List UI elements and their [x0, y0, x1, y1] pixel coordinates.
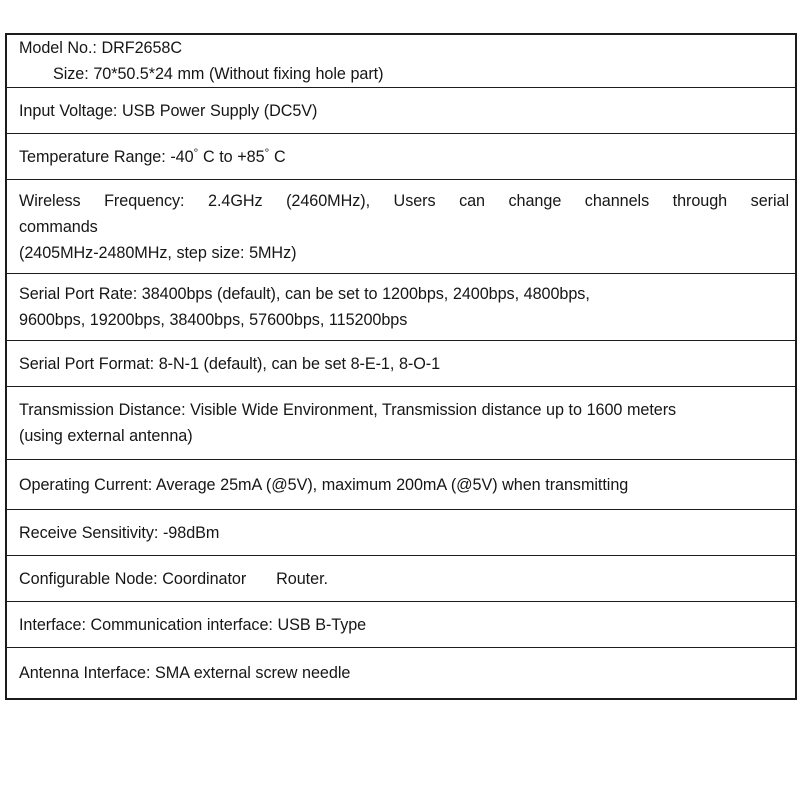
table-row: Configurable Node: Coordinator Router.: [6, 555, 796, 603]
spec-text-configurable-node-a: Configurable Node: Coordinator: [19, 569, 247, 588]
table-row: Receive Sensitivity: -98dBm: [6, 509, 796, 557]
spec-text-input-voltage: Input Voltage: USB Power Supply (DC5V): [19, 101, 318, 120]
spec-text-receive-sensitivity: Receive Sensitivity: -98dBm: [19, 523, 220, 542]
spec-row-wireless-frequency: Wireless Frequency: 2.4GHz (2460MHz), Us…: [6, 179, 796, 275]
table-row: Interface: Communication interface: USB …: [6, 601, 796, 649]
spec-text-antenna-interface: Antenna Interface: SMA external screw ne…: [19, 664, 351, 683]
table-row: Wireless Frequency: 2.4GHz (2460MHz), Us…: [6, 179, 796, 275]
spec-row-antenna-interface: Antenna Interface: SMA external screw ne…: [6, 647, 796, 700]
spec-text-configurable-node-b: Router.: [276, 569, 328, 588]
spec-row-temperature-range: Temperature Range: -40° C to +85° C: [6, 133, 796, 181]
spec-row-operating-current: Operating Current: Average 25mA (@5V), m…: [6, 459, 796, 511]
spec-text-wireless-frequency-line1: Wireless Frequency: 2.4GHz (2460MHz), Us…: [19, 191, 789, 210]
table-row: Serial Port Format: 8-N-1 (default), can…: [6, 340, 796, 388]
table-row: Model No.: DRF2658C Size: 70*50.5*24 mm (…: [6, 34, 796, 89]
spec-text-operating-current: Operating Current: Average 25mA (@5V), m…: [19, 475, 629, 494]
table-row: Input Voltage: USB Power Supply (DC5V): [6, 87, 796, 135]
table-row: Transmission Distance: Visible Wide Envi…: [6, 386, 796, 461]
spec-text-interface: Interface: Communication interface: USB …: [19, 615, 367, 634]
specification-table-body: Model No.: DRF2658C Size: 70*50.5*24 mm (…: [6, 34, 796, 700]
spec-text-serial-port-format: Serial Port Format: 8-N-1 (default), can…: [19, 354, 441, 373]
spec-text-transmission-distance-line2: (using external antenna): [19, 427, 193, 446]
spec-row-configurable-node: Configurable Node: Coordinator Router.: [6, 555, 796, 603]
spec-text-temperature-a: Temperature Range: -40: [19, 147, 194, 166]
spec-row-receive-sensitivity: Receive Sensitivity: -98dBm: [6, 509, 796, 557]
table-row: Serial Port Rate: 38400bps (default), ca…: [6, 273, 796, 342]
table-row: Antenna Interface: SMA external screw ne…: [6, 647, 796, 700]
spec-row-transmission-distance: Transmission Distance: Visible Wide Envi…: [6, 386, 796, 461]
spec-text-model-no-b: Size: 70*50.5*24 mm (Without fixing hole…: [53, 65, 384, 84]
spec-row-input-voltage: Input Voltage: USB Power Supply (DC5V): [6, 87, 796, 135]
spec-text-temperature-c: C: [269, 147, 286, 166]
specification-sheet: Model No.: DRF2658C Size: 70*50.5*24 mm (…: [0, 0, 800, 800]
spec-text-wireless-frequency-line3: (2405MHz-2480MHz, step size: 5MHz): [19, 244, 297, 263]
spec-row-serial-port-format: Serial Port Format: 8-N-1 (default), can…: [6, 340, 796, 388]
table-row: Temperature Range: -40° C to +85° C: [6, 133, 796, 181]
specification-table: Model No.: DRF2658C Size: 70*50.5*24 mm (…: [5, 33, 797, 701]
spec-text-model-no-a: Model No.: DRF2658C: [19, 39, 183, 57]
spec-text-serial-port-rate-line2: 9600bps, 19200bps, 38400bps, 57600bps, 1…: [19, 311, 408, 330]
spec-text-transmission-distance-line1: Transmission Distance: Visible Wide Envi…: [19, 401, 677, 420]
spec-text-wireless-frequency-line2: commands: [19, 217, 98, 236]
spec-row-model-no: Model No.: DRF2658C Size: 70*50.5*24 mm (…: [6, 34, 796, 89]
spec-text-temperature-b: C to +85: [198, 147, 265, 166]
spec-row-serial-port-rate: Serial Port Rate: 38400bps (default), ca…: [6, 273, 796, 342]
spec-text-serial-port-rate-line1: Serial Port Rate: 38400bps (default), ca…: [19, 285, 590, 304]
spec-row-interface: Interface: Communication interface: USB …: [6, 601, 796, 649]
table-row: Operating Current: Average 25mA (@5V), m…: [6, 459, 796, 511]
